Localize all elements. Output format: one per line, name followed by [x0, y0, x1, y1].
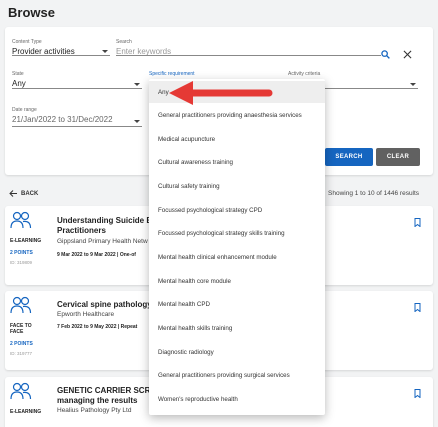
clear-button[interactable]: CLEAR: [376, 148, 420, 166]
activity-type: E-LEARNING: [10, 409, 42, 415]
back-link[interactable]: BACK: [9, 190, 38, 197]
activity-title[interactable]: Understanding Suicide B Practitioners: [57, 216, 152, 236]
content-type-select[interactable]: Content Type Provider activities: [12, 39, 110, 56]
menu-option[interactable]: Women's reproductive health: [158, 396, 238, 403]
bookmark-icon[interactable]: [414, 299, 421, 317]
chevron-down-icon: [102, 50, 108, 53]
activity-id: ID: 319809: [10, 260, 33, 265]
annotation-arrow-icon: [169, 81, 273, 105]
back-label: BACK: [21, 190, 39, 197]
menu-option[interactable]: Medical acupuncture: [158, 136, 215, 143]
menu-option[interactable]: Focussed psychological strategy skills t…: [158, 230, 285, 237]
search-button[interactable]: SEARCH: [325, 148, 373, 166]
arrow-left-icon: [9, 190, 17, 197]
points-badge: 2 POINTS: [10, 341, 33, 347]
bookmark-icon[interactable]: [414, 385, 421, 403]
search-label: Search: [116, 39, 132, 45]
chevron-down-icon: [134, 83, 140, 86]
date-range-value: 21/Jan/2022 to 31/Dec/2022: [12, 115, 113, 124]
activity-criteria-label: Activity criteria: [288, 71, 321, 77]
users-icon: [10, 382, 32, 400]
users-icon: [10, 296, 32, 314]
activity-title-line: managing the results: [57, 396, 138, 405]
menu-option[interactable]: Cultural safety training: [158, 183, 220, 190]
provider-name: Epworth Healthcare: [57, 311, 115, 318]
menu-option[interactable]: Mental health CPD: [158, 301, 210, 308]
specific-requirement-label: Specific requirement: [149, 71, 195, 77]
users-icon: [10, 211, 32, 229]
activity-type: FACE TO FACE: [10, 323, 32, 335]
provider-name: Gippsland Primary Health Netw: [57, 238, 148, 245]
menu-option[interactable]: Mental health core module: [158, 278, 231, 285]
activity-title[interactable]: Cervical spine pathology: [57, 300, 152, 310]
menu-option[interactable]: Mental health clinical enhancement modul…: [158, 254, 277, 261]
state-value: Any: [12, 79, 26, 88]
state-label: State: [12, 71, 24, 77]
menu-option[interactable]: Mental health skills training: [158, 325, 232, 332]
state-select[interactable]: State Any: [12, 71, 142, 89]
activity-dates: 9 Mar 2022 to 9 Mar 2022 | One-of: [57, 252, 136, 258]
chevron-down-icon: [410, 83, 416, 86]
points-badge: 2 POINTS: [10, 250, 33, 256]
chevron-down-icon: [134, 120, 140, 123]
activity-dates: 7 Feb 2022 to 9 May 2022 | Repeat: [57, 324, 138, 330]
activity-type: E-LEARNING: [10, 238, 42, 244]
activity-title[interactable]: GENETIC CARRIER SCRE managing the result…: [57, 386, 156, 406]
menu-option[interactable]: General practitioners providing anaesthe…: [158, 112, 302, 119]
search-icon[interactable]: [381, 46, 390, 64]
menu-option[interactable]: General practitioners providing surgical…: [158, 372, 290, 379]
close-icon[interactable]: [403, 46, 412, 64]
activity-title-line: Understanding Suicide B: [57, 216, 153, 225]
provider-name: Healius Pathology Pty Ltd: [57, 407, 132, 414]
activity-id: ID: 319777: [10, 351, 33, 356]
date-range-label: Date range: [12, 107, 37, 113]
menu-option[interactable]: Diagnostic radiology: [158, 349, 214, 356]
content-type-label: Content Type: [12, 39, 42, 45]
menu-option[interactable]: Focussed psychological strategy CPD: [158, 207, 262, 214]
date-range-select[interactable]: Date range 21/Jan/2022 to 31/Dec/2022: [12, 107, 142, 127]
specific-requirement-menu: Any General practitioners providing anae…: [149, 79, 325, 415]
activity-title-line: GENETIC CARRIER SCRE: [57, 386, 156, 395]
bookmark-icon[interactable]: [414, 214, 421, 232]
page-title: Browse: [8, 5, 55, 20]
results-count: Showing 1 to 10 of 1446 results: [328, 190, 420, 197]
menu-option[interactable]: Cultural awareness training: [158, 159, 233, 166]
search-field[interactable]: Search Enter keywords: [116, 39, 381, 56]
activity-title-line: Practitioners: [57, 226, 106, 235]
